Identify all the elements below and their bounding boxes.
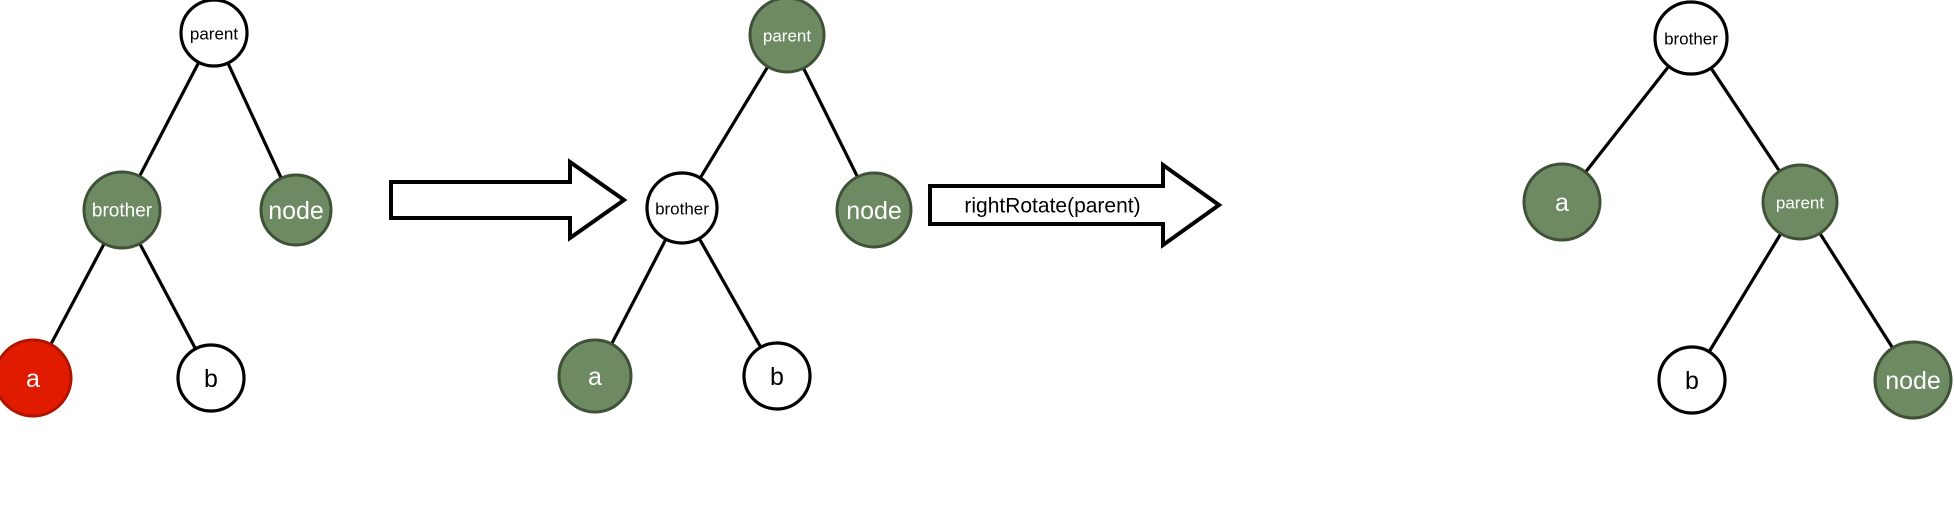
tree-node-parent[interactable]: parent bbox=[1761, 163, 1839, 241]
tree-node-node[interactable]: node bbox=[1873, 340, 1953, 420]
node-label-a: a bbox=[588, 363, 602, 391]
node-label-node: node bbox=[846, 197, 902, 225]
arrow-2-label: rightRotate(parent) bbox=[964, 195, 1140, 218]
tree-rotation-diagram: rightRotate(parent) parent brother node a b p… bbox=[0, 0, 1954, 518]
node-label-b: b bbox=[770, 363, 784, 391]
tree-node-b[interactable]: b bbox=[742, 341, 812, 411]
node-label-a: a bbox=[1555, 189, 1569, 217]
tree-node-brother[interactable]: brother bbox=[82, 170, 162, 250]
tree-node-a[interactable]: a bbox=[557, 338, 633, 414]
tree-node-brother[interactable]: brother bbox=[1653, 0, 1729, 76]
node-label-parent: parent bbox=[1776, 194, 1824, 213]
node-label-brother: brother bbox=[92, 201, 153, 222]
tree-node-brother[interactable]: brother bbox=[645, 171, 719, 245]
tree-node-parent[interactable]: parent bbox=[179, 0, 249, 68]
node-label-parent: parent bbox=[763, 27, 811, 46]
node-label-b: b bbox=[204, 365, 218, 393]
node-label-node: node bbox=[1885, 367, 1941, 395]
tree-node-a[interactable]: a bbox=[0, 338, 73, 418]
node-label-brother: brother bbox=[655, 200, 709, 219]
diagram-canvas: rightRotate(parent) parent brother node a b p… bbox=[0, 0, 1954, 518]
tree-node-parent[interactable]: parent bbox=[748, 0, 826, 74]
node-label-parent: parent bbox=[190, 25, 238, 44]
node-label-b: b bbox=[1685, 367, 1699, 395]
tree-node-node[interactable]: node bbox=[835, 171, 913, 249]
tree-node-b[interactable]: b bbox=[176, 343, 246, 413]
node-label-node: node bbox=[268, 197, 324, 225]
node-label-a: a bbox=[26, 365, 40, 393]
tree-node-node[interactable]: node bbox=[259, 173, 333, 247]
tree-node-b[interactable]: b bbox=[1657, 345, 1727, 415]
tree-node-a[interactable]: a bbox=[1522, 162, 1602, 242]
node-label-brother: brother bbox=[1664, 30, 1718, 49]
